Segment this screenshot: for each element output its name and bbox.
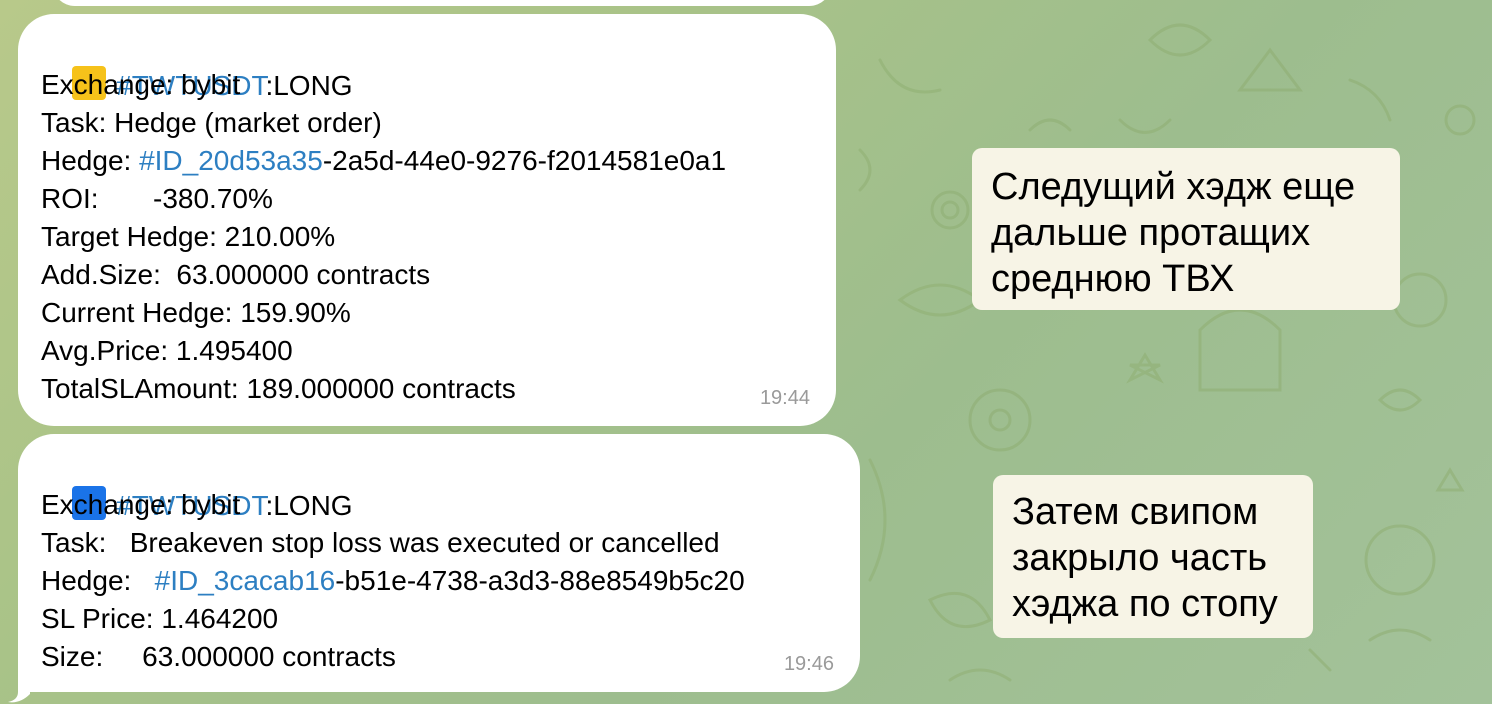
message-header: #TWTUSDT:LONG [41,448,860,521]
hedge-id-rest: -2a5d-44e0-9276-f2014581e0a1 [322,145,727,176]
task-line: Task: Hedge (market order) [41,107,382,138]
exchange-line: Exchange: bybit [41,69,241,100]
total-sl-line: TotalSLAmount: 189.000000 contracts [41,373,516,404]
annotation-note: Следущий хэдж еще дальше протащих средню… [972,148,1400,310]
bubble-tail [8,680,30,703]
add-size-line: Add.Size: 63.000000 contracts [41,259,431,290]
hedge-line: Hedge: #ID_20d53a35-2a5d-44e0-9276-f2014… [41,142,836,180]
exchange-line: Exchange: bybit [41,489,241,520]
hedge-id-link[interactable]: #ID_3cacab16 [155,565,336,596]
position-side: :LONG [265,70,353,101]
avg-price-line: Avg.Price: 1.495400 [41,335,293,366]
roi-line: ROI: -380.70% [41,183,273,214]
current-hedge-line: Current Hedge: 159.90% [41,297,351,328]
task-line: Task: Breakeven stop loss was executed o… [41,527,720,558]
message-bubble[interactable]: #TWTUSDT:LONG Exchange: bybit Task: Hedg… [18,14,836,426]
annotation-note: Затем свипом закрыло часть хэджа по стоп… [993,475,1313,638]
message-time: 19:44 [759,387,810,409]
hedge-label: Hedge: [41,145,140,176]
hedge-label: Hedge: [41,565,155,596]
message-header: #TWTUSDT:LONG [41,28,836,101]
message-time: 19:46 [783,653,834,675]
hedge-line: Hedge: #ID_3cacab16-b51e-4738-a3d3-88e85… [41,562,860,600]
size-line: Size: 63.000000 contracts [41,641,396,672]
target-hedge-line: Target Hedge: 210.00% [41,221,336,252]
hedge-id-rest: -b51e-4738-a3d3-88e8549b5c20 [335,565,745,596]
previous-message-bubble [52,0,832,6]
position-side: :LONG [265,490,353,521]
sl-price-line: SL Price: 1.464200 [41,603,279,634]
message-bubble[interactable]: #TWTUSDT:LONG Exchange: bybit Task: Brea… [18,434,860,692]
hedge-id-link[interactable]: #ID_20d53a35 [139,145,323,176]
